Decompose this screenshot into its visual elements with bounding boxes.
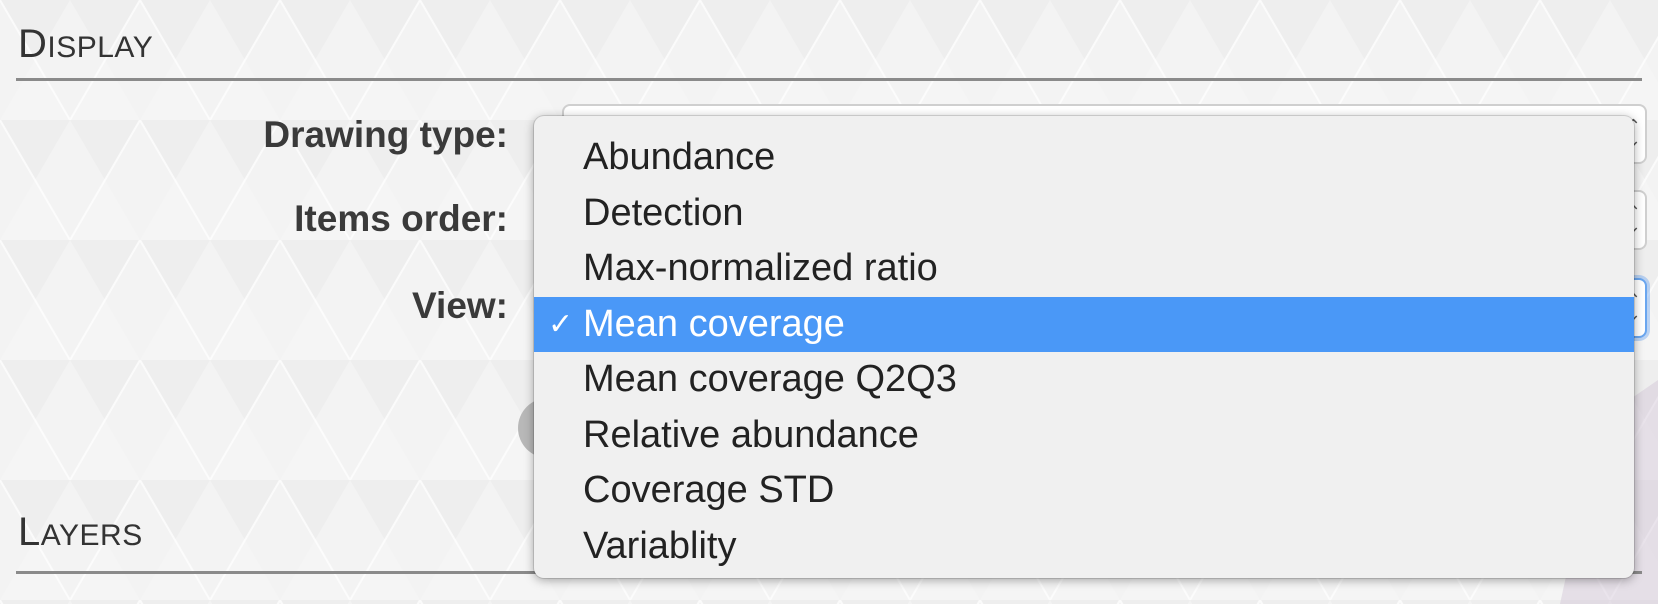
dropdown-option-coverage-std[interactable]: Coverage STD <box>534 463 1634 519</box>
option-label: Mean coverage <box>583 302 845 345</box>
option-label: Abundance <box>583 136 776 178</box>
dropdown-option-detection[interactable]: Detection <box>534 186 1634 242</box>
checkmark-icon: ✓ <box>548 306 574 342</box>
dropdown-option-mean-coverage[interactable]: ✓ Mean coverage <box>534 296 1634 352</box>
option-label: Detection <box>583 191 744 234</box>
display-title-rest: ISPLAY <box>47 31 154 64</box>
display-section-title: DISPLAY <box>18 22 153 67</box>
option-label: Mean coverage Q2Q3 <box>583 358 957 400</box>
dropdown-option-mean-coverage-q2q3[interactable]: Mean coverage Q2Q3 <box>534 352 1634 408</box>
option-label: Variablity <box>583 524 737 567</box>
dropdown-option-max-normalized-ratio[interactable]: Max-normalized ratio <box>534 241 1634 297</box>
dropdown-option-variablity[interactable]: Variablity <box>534 519 1634 575</box>
layers-title-initial: L <box>18 510 41 554</box>
layers-section-title: LAYERS <box>18 510 143 555</box>
display-section-divider <box>16 78 1642 81</box>
dropdown-option-relative-abundance[interactable]: Relative abundance <box>534 408 1634 464</box>
drawing-type-label: Drawing type: <box>263 114 508 155</box>
view-label: View: <box>412 285 508 326</box>
option-label: Max-normalized ratio <box>583 247 938 289</box>
display-title-initial: D <box>18 22 48 66</box>
option-label: Relative abundance <box>583 413 919 456</box>
option-label: Coverage STD <box>583 469 835 511</box>
view-dropdown-menu: Abundance Detection Max-normalized ratio… <box>534 116 1634 578</box>
items-order-label: Items order: <box>294 198 508 239</box>
layers-title-rest: AYERS <box>40 519 143 552</box>
dropdown-option-abundance[interactable]: Abundance <box>534 130 1634 186</box>
